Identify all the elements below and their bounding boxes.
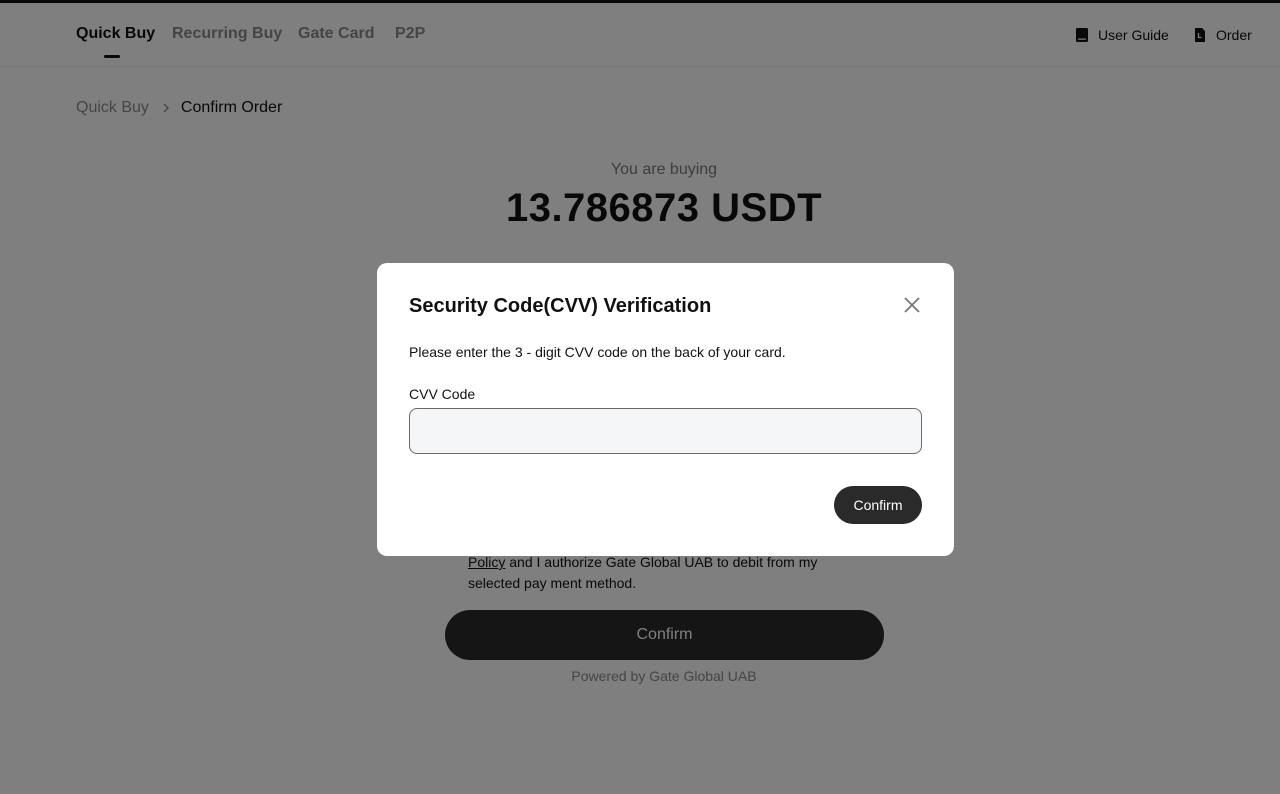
modal-title: Security Code(CVV) Verification [409, 295, 712, 317]
cvv-verification-modal: Security Code(CVV) Verification Please e… [377, 263, 954, 556]
cvv-field-label: CVV Code [409, 386, 476, 402]
cvv-input[interactable] [409, 408, 922, 454]
modal-description: Please enter the 3 - digit CVV code on t… [409, 344, 786, 360]
close-icon[interactable] [903, 296, 921, 314]
modal-confirm-button[interactable]: Confirm [834, 486, 922, 524]
